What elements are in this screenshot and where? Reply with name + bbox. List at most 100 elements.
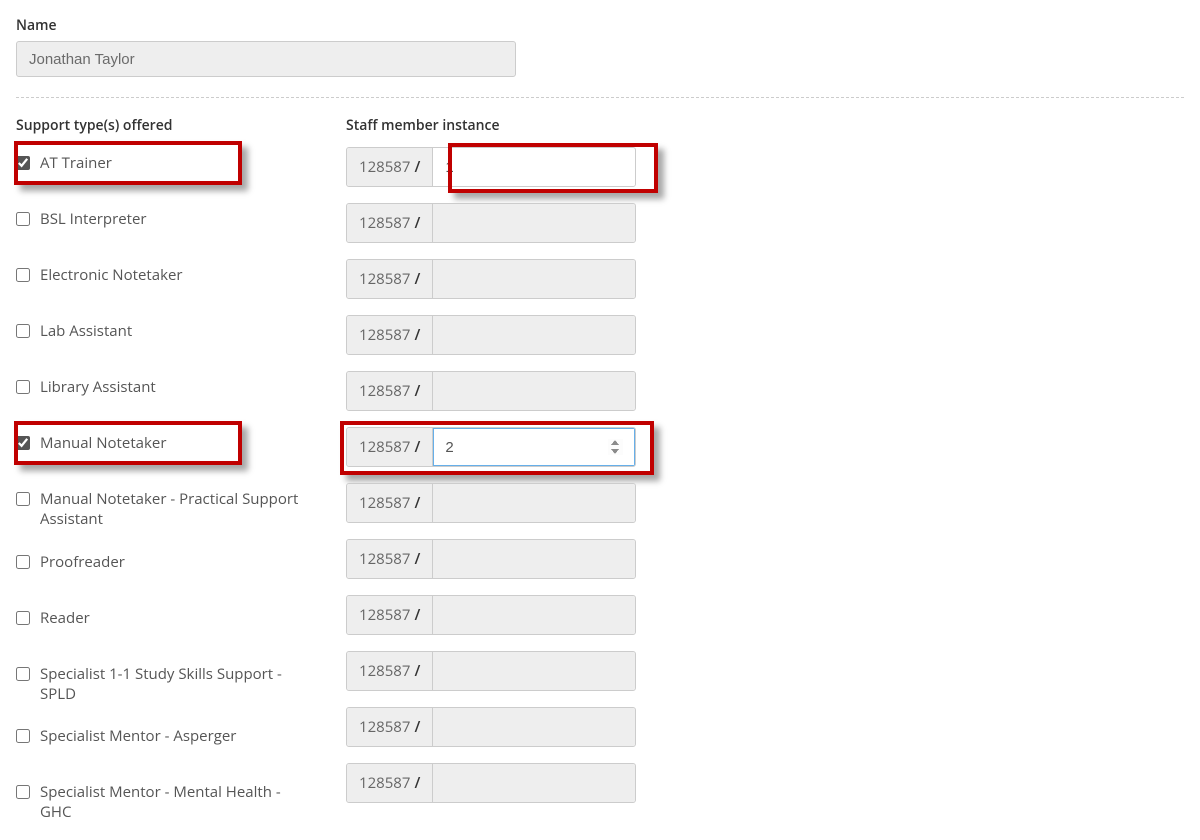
- instance-prefix: 128587 /: [347, 428, 433, 466]
- support-type-checkbox[interactable]: [16, 156, 30, 170]
- instance-separator: /: [414, 717, 420, 737]
- instance-prefix-number: 128587: [359, 661, 410, 681]
- instance-prefix: 128587 /: [347, 316, 433, 354]
- support-type-checkbox-wrap[interactable]: Manual Notetaker - Practical Support Ass…: [16, 489, 306, 530]
- instance-value: [433, 204, 635, 242]
- instance-value: [433, 764, 635, 802]
- staff-instance-row: 128587 /: [346, 707, 676, 747]
- support-type-checkbox[interactable]: [16, 268, 30, 282]
- instance-separator: /: [414, 381, 420, 401]
- support-type-checkbox-wrap[interactable]: Lab Assistant: [16, 321, 306, 341]
- support-type-checkbox[interactable]: [16, 729, 30, 743]
- support-type-checkbox[interactable]: [16, 324, 30, 338]
- name-input[interactable]: [16, 41, 516, 77]
- support-type-label: Manual Notetaker - Practical Support Ass…: [40, 489, 306, 530]
- support-type-checkbox-wrap[interactable]: Specialist 1-1 Study Skills Support - SP…: [16, 664, 306, 705]
- staff-instance-row: 128587 /: [346, 427, 676, 467]
- instance-value[interactable]: [433, 148, 635, 186]
- staff-instance-row: 128587 /: [346, 595, 676, 635]
- support-type-checkbox[interactable]: [16, 492, 30, 506]
- instance-group: 128587 /: [346, 763, 636, 803]
- instance-prefix: 128587 /: [347, 484, 433, 522]
- instance-value: [433, 372, 635, 410]
- staff-instance-header: Staff member instance: [346, 116, 676, 135]
- support-type-checkbox[interactable]: [16, 436, 30, 450]
- instance-value: [433, 708, 635, 746]
- instance-prefix-number: 128587: [359, 325, 410, 345]
- instance-value-input[interactable]: [445, 428, 623, 466]
- instance-prefix: 128587 /: [347, 148, 433, 186]
- instance-group: 128587 /: [346, 315, 636, 355]
- instance-value: [433, 316, 635, 354]
- support-type-checkbox-wrap[interactable]: Specialist Mentor - Mental Health - GHC: [16, 782, 306, 823]
- support-type-checkbox[interactable]: [16, 380, 30, 394]
- staff-instance-row: 128587 /: [346, 651, 676, 691]
- support-type-checkbox-wrap[interactable]: AT Trainer: [16, 153, 306, 173]
- support-type-row: Specialist 1-1 Study Skills Support - SP…: [16, 658, 306, 705]
- instance-separator: /: [414, 157, 420, 177]
- instance-value: [433, 260, 635, 298]
- instance-prefix-number: 128587: [359, 269, 410, 289]
- staff-instance-row: 128587 /: [346, 147, 676, 187]
- instance-prefix-number: 128587: [359, 437, 410, 457]
- support-type-row: Lab Assistant: [16, 315, 306, 355]
- instance-prefix-number: 128587: [359, 717, 410, 737]
- support-type-label: Electronic Notetaker: [40, 265, 183, 285]
- support-type-checkbox-wrap[interactable]: Electronic Notetaker: [16, 265, 306, 285]
- support-types-header: Support type(s) offered: [16, 116, 306, 135]
- support-type-checkbox[interactable]: [16, 611, 30, 625]
- support-type-row: Library Assistant: [16, 371, 306, 411]
- support-type-row: AT Trainer: [16, 147, 306, 187]
- instance-separator: /: [414, 661, 420, 681]
- instance-value: [433, 540, 635, 578]
- instance-value: [433, 596, 635, 634]
- staff-instance-row: 128587 /: [346, 315, 676, 355]
- support-type-checkbox[interactable]: [16, 555, 30, 569]
- instance-group: 128587 /: [346, 483, 636, 523]
- instance-value-input[interactable]: [445, 148, 623, 186]
- support-type-checkbox-wrap[interactable]: Reader: [16, 608, 306, 628]
- support-type-checkbox[interactable]: [16, 785, 30, 799]
- instance-prefix-number: 128587: [359, 213, 410, 233]
- instance-group: 128587 /: [346, 707, 636, 747]
- staff-instance-row: 128587 /: [346, 539, 676, 579]
- staff-instance-row: 128587 /: [346, 483, 676, 523]
- staff-instance-row: 128587 /: [346, 203, 676, 243]
- support-type-label: Specialist Mentor - Mental Health - GHC: [40, 782, 306, 823]
- support-type-checkbox-wrap[interactable]: BSL Interpreter: [16, 209, 306, 229]
- instance-separator: /: [414, 773, 420, 793]
- support-type-row: Manual Notetaker - Practical Support Ass…: [16, 483, 306, 530]
- support-type-label: Specialist 1-1 Study Skills Support - SP…: [40, 664, 306, 705]
- section-divider: [16, 97, 1184, 98]
- support-type-label: Proofreader: [40, 552, 125, 572]
- instance-prefix-number: 128587: [359, 157, 410, 177]
- support-type-label: Library Assistant: [40, 377, 156, 397]
- support-type-checkbox[interactable]: [16, 212, 30, 226]
- support-type-row: Electronic Notetaker: [16, 259, 306, 299]
- instance-separator: /: [414, 549, 420, 569]
- instance-separator: /: [414, 269, 420, 289]
- instance-group: 128587 /: [346, 427, 636, 467]
- instance-prefix: 128587 /: [347, 596, 433, 634]
- support-type-row: Reader: [16, 602, 306, 642]
- staff-instance-row: 128587 /: [346, 763, 676, 803]
- instance-separator: /: [414, 605, 420, 625]
- support-type-row: Specialist Mentor - Mental Health - GHC: [16, 776, 306, 823]
- instance-prefix: 128587 /: [347, 260, 433, 298]
- support-type-label: Manual Notetaker: [40, 433, 166, 453]
- instance-group: 128587 /: [346, 651, 636, 691]
- instance-prefix-number: 128587: [359, 493, 410, 513]
- support-type-checkbox-wrap[interactable]: Manual Notetaker: [16, 433, 306, 453]
- instance-prefix-number: 128587: [359, 381, 410, 401]
- instance-prefix-number: 128587: [359, 773, 410, 793]
- support-type-row: Proofreader: [16, 546, 306, 586]
- instance-prefix: 128587 /: [347, 708, 433, 746]
- support-type-checkbox-wrap[interactable]: Specialist Mentor - Asperger: [16, 726, 306, 746]
- instance-separator: /: [414, 493, 420, 513]
- support-type-checkbox-wrap[interactable]: Library Assistant: [16, 377, 306, 397]
- instance-value[interactable]: [433, 428, 635, 466]
- name-label: Name: [16, 16, 1184, 35]
- instance-group: 128587 /: [346, 259, 636, 299]
- support-type-checkbox-wrap[interactable]: Proofreader: [16, 552, 306, 572]
- support-type-checkbox[interactable]: [16, 667, 30, 681]
